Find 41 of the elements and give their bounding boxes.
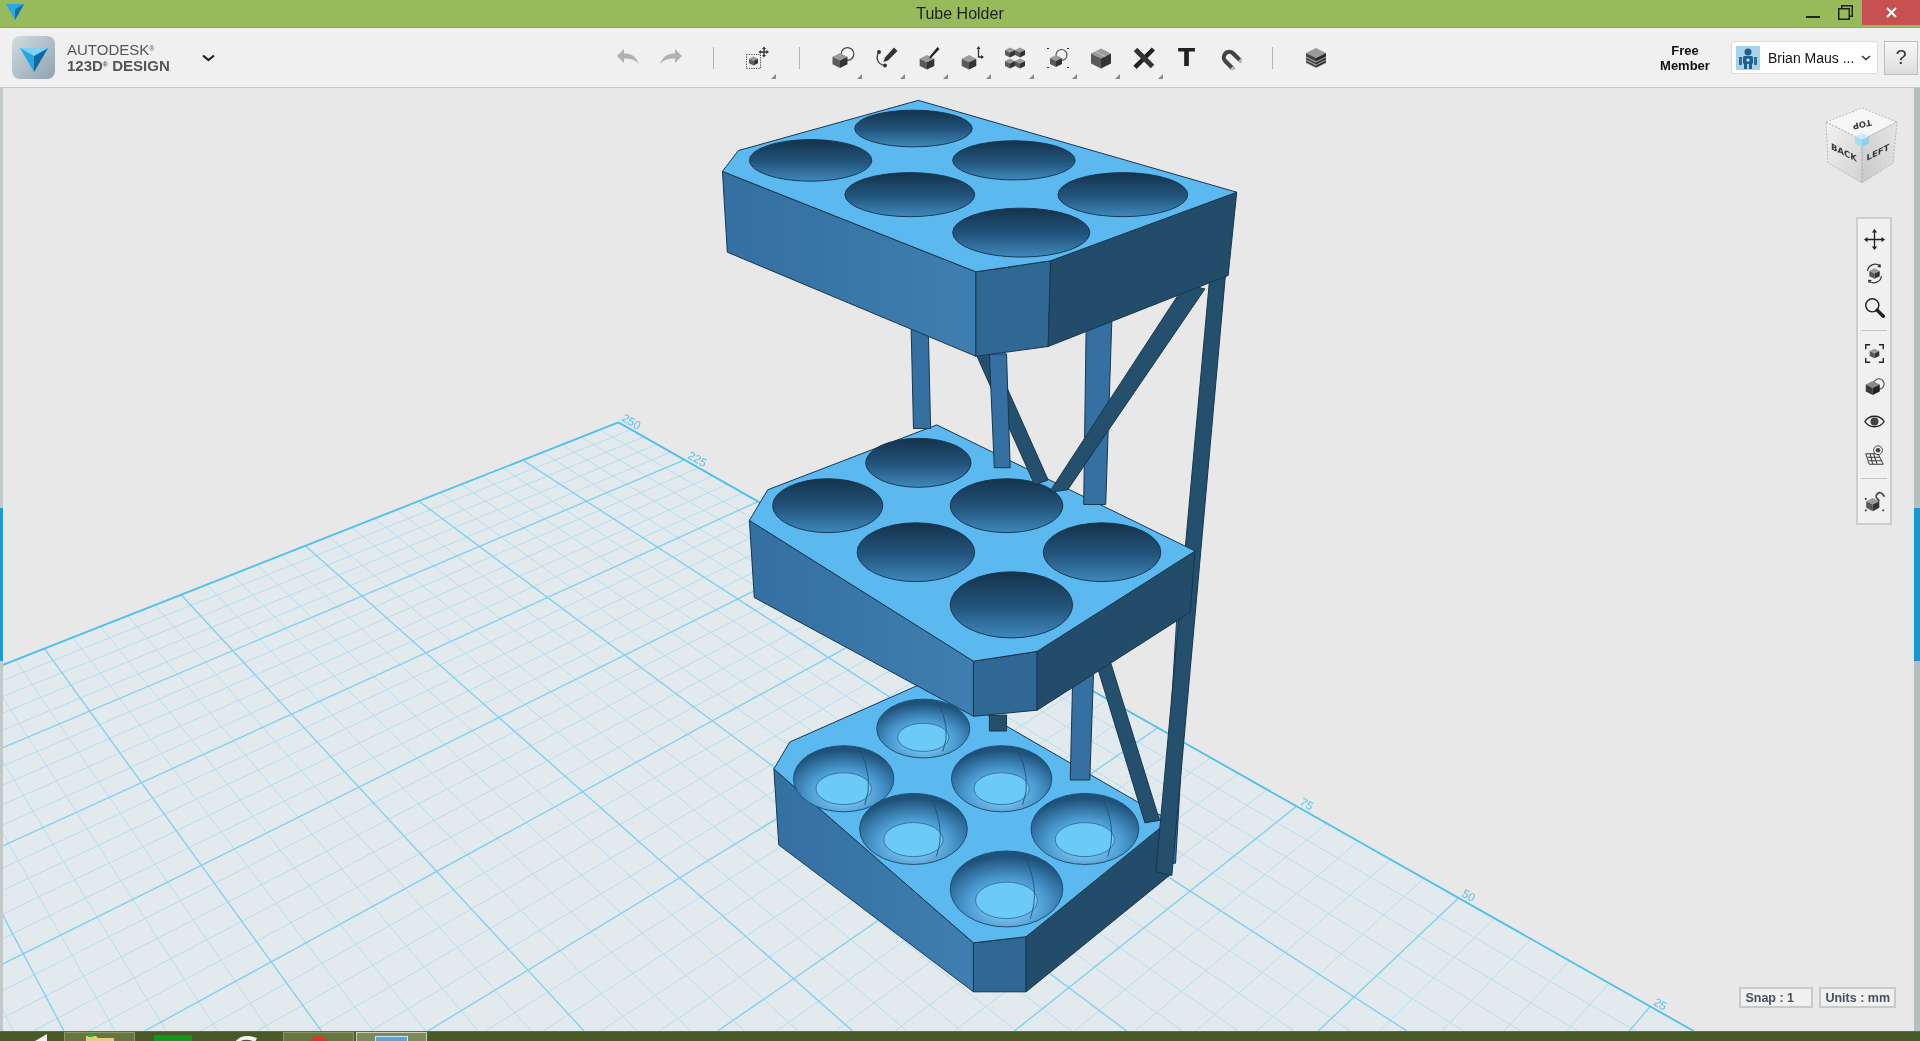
layered-cube-icon — [1303, 45, 1328, 70]
cube-face-label: TOP — [1851, 117, 1873, 132]
grid-label: 25 — [1651, 994, 1670, 1013]
cube-circle-icon — [1863, 376, 1885, 398]
framed-cube-icon — [1863, 342, 1885, 364]
user-menu-button[interactable]: Brian Maus ... — [1731, 41, 1878, 74]
taskbar-button[interactable] — [64, 1032, 135, 1041]
status-button[interactable]: Units : mm — [1819, 987, 1896, 1008]
help-button[interactable]: ? — [1884, 40, 1918, 75]
text-tool-button[interactable]: T — [1165, 33, 1208, 82]
grid-label: 225 — [686, 448, 710, 470]
grid-label: 250 — [619, 410, 644, 432]
status-button[interactable]: Snap : 1 — [1739, 987, 1814, 1008]
taskbar-button[interactable] — [356, 1032, 427, 1041]
app-logo-icon — [12, 36, 55, 79]
chevron-down-icon — [1861, 54, 1871, 61]
start-button[interactable] — [33, 1032, 48, 1041]
cube-sphere-icon — [830, 45, 855, 70]
cube-arrows-icon — [959, 45, 984, 70]
close-button[interactable] — [1862, 0, 1920, 25]
selected-shapes-icon — [1045, 45, 1070, 70]
brand-name: AUTODESK$^{®}$ — [67, 41, 155, 58]
app-logo-icon — [6, 4, 24, 20]
magnifier-icon — [1863, 296, 1885, 318]
grid-eye-icon — [1863, 444, 1885, 466]
window-title: Tube Holder — [916, 3, 1004, 24]
chevron-down-icon — [201, 53, 215, 62]
membership-label: Free Member — [1659, 42, 1711, 73]
window-icon — [375, 1034, 408, 1041]
cube-grid-icon — [1002, 45, 1027, 70]
grid-label: 75 — [1298, 794, 1316, 813]
wedge-icon — [34, 1034, 47, 1041]
grid-label: 50 — [1460, 886, 1478, 904]
move-cube-icon — [744, 45, 769, 70]
four-way-arrow-icon — [1863, 228, 1885, 250]
product-name: 123D$^{®}$ DESIGN — [67, 57, 170, 74]
restore-icon — [1838, 5, 1853, 20]
minimize-icon — [1805, 16, 1820, 18]
magnet-cube-icon — [1863, 490, 1885, 512]
close-icon — [1885, 7, 1897, 18]
robot-avatar-icon — [1736, 45, 1760, 70]
